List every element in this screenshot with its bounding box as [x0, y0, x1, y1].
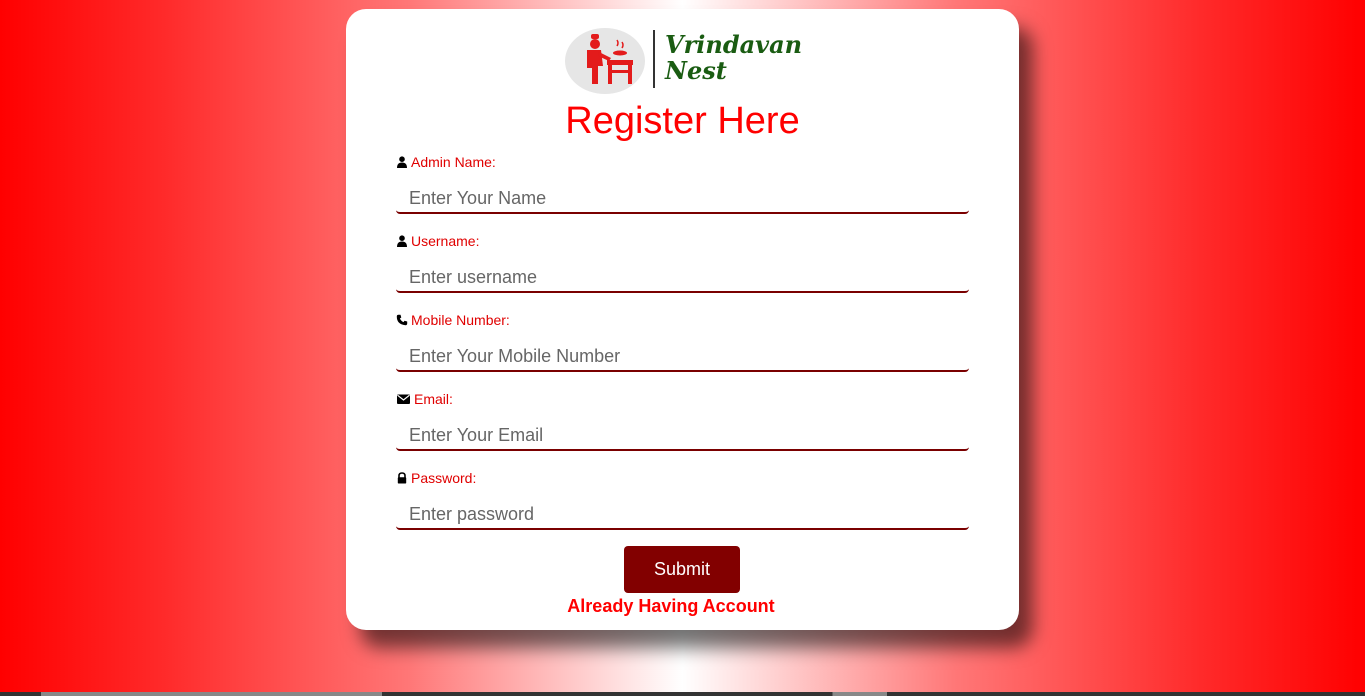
submit-button[interactable]: Submit — [624, 546, 740, 593]
password-field: Password: — [396, 469, 969, 530]
admin-name-label-text: Admin Name: — [411, 154, 496, 170]
email-label: Email: — [396, 390, 969, 408]
envelope-icon — [397, 394, 410, 404]
taskbar-strip — [0, 692, 1365, 696]
username-field: Username: — [396, 232, 969, 293]
page-title: Register Here — [565, 100, 800, 142]
lock-icon — [397, 472, 407, 484]
mobile-number-input[interactable] — [396, 342, 969, 372]
chef-cooking-icon — [565, 28, 645, 94]
brand-name: Vrindavan Nest — [665, 32, 802, 84]
brand-name-line2: Nest — [665, 56, 727, 85]
password-label: Password: — [396, 469, 969, 487]
email-label-text: Email: — [414, 391, 453, 407]
password-input[interactable] — [396, 500, 969, 530]
admin-name-label: Admin Name: — [396, 153, 969, 171]
admin-name-input[interactable] — [396, 184, 969, 214]
admin-name-field: Admin Name: — [396, 153, 969, 214]
email-field: Email: — [396, 390, 969, 451]
user-icon — [397, 156, 407, 168]
user-icon — [397, 235, 407, 247]
mobile-number-label-text: Mobile Number: — [411, 312, 510, 328]
password-label-text: Password: — [411, 470, 477, 486]
username-input[interactable] — [396, 263, 969, 293]
login-link[interactable]: Already Having Account — [346, 596, 996, 617]
brand-logo: Vrindavan Nest — [565, 26, 805, 96]
mobile-number-label: Mobile Number: — [396, 311, 969, 329]
username-label: Username: — [396, 232, 969, 250]
logo-divider — [653, 30, 655, 88]
email-input[interactable] — [396, 421, 969, 451]
username-label-text: Username: — [411, 233, 480, 249]
register-card: Vrindavan Nest Register Here Admin Name:… — [346, 9, 1019, 630]
brand-name-line1: Vrindavan — [665, 30, 803, 59]
phone-icon — [396, 314, 408, 326]
mobile-number-field: Mobile Number: — [396, 311, 969, 372]
